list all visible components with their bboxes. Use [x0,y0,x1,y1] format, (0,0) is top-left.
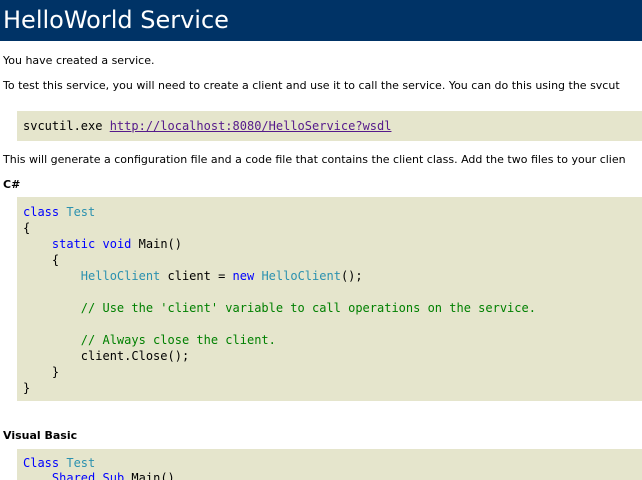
brace: { [51,253,60,267]
type-name: Test [66,205,96,219]
code-line: } [23,364,59,380]
code-line: Class Test [23,455,95,471]
code-line: // Always close the client. [23,332,276,348]
code-comment: // Always close the client. [80,333,276,347]
code-line: static void Main() [23,236,182,252]
svcutil-command: svcutil.exe [23,119,110,133]
generate-info-text: This will generate a configuration file … [3,153,626,166]
brace: } [51,365,60,379]
type-name: HelloClient [261,269,341,283]
intro-test-text: To test this service, you will need to c… [3,79,620,92]
csharp-heading: C# [3,178,21,191]
keyword: Shared [51,471,96,480]
type-name: HelloClient [80,269,161,283]
type-name: Test [66,456,96,470]
code-comment: // Use the 'client' variable to call ope… [80,301,536,315]
code-line: HelloClient client = new HelloClient(); [23,268,363,284]
svcutil-code-block: svcutil.exe http://localhost:8080/HelloS… [17,111,642,141]
keyword: new [232,269,255,283]
brace: } [23,381,31,395]
code-text: client.Close(); [80,349,190,363]
brace: { [23,221,31,235]
keyword: Sub [102,471,125,480]
keyword: class [23,205,60,219]
method-name: Main() [138,237,182,251]
keyword: static [51,237,96,251]
method-name: Main() [131,471,175,480]
vb-code-block: Class Test Shared Sub Main() [17,449,642,480]
code-line: { [23,220,30,236]
svcutil-line: svcutil.exe http://localhost:8080/HelloS… [23,118,391,134]
code-line: } [23,380,30,396]
keyword: void [102,237,132,251]
csharp-code-block: class Test { static void Main() { HelloC… [17,197,642,401]
code-line: class Test [23,204,95,220]
page-title: HelloWorld Service [0,0,642,41]
code-line: // Use the 'client' variable to call ope… [23,300,536,316]
code-line: client.Close(); [23,348,189,364]
code-line: { [23,252,59,268]
code-text: client = [160,269,233,283]
vb-heading: Visual Basic [3,429,78,442]
intro-created-text: You have created a service. [3,54,155,67]
keyword: Class [23,456,60,470]
code-text: (); [340,269,363,283]
code-line: Shared Sub Main() [23,470,175,480]
wsdl-link[interactable]: http://localhost:8080/HelloService?wsdl [110,119,392,133]
